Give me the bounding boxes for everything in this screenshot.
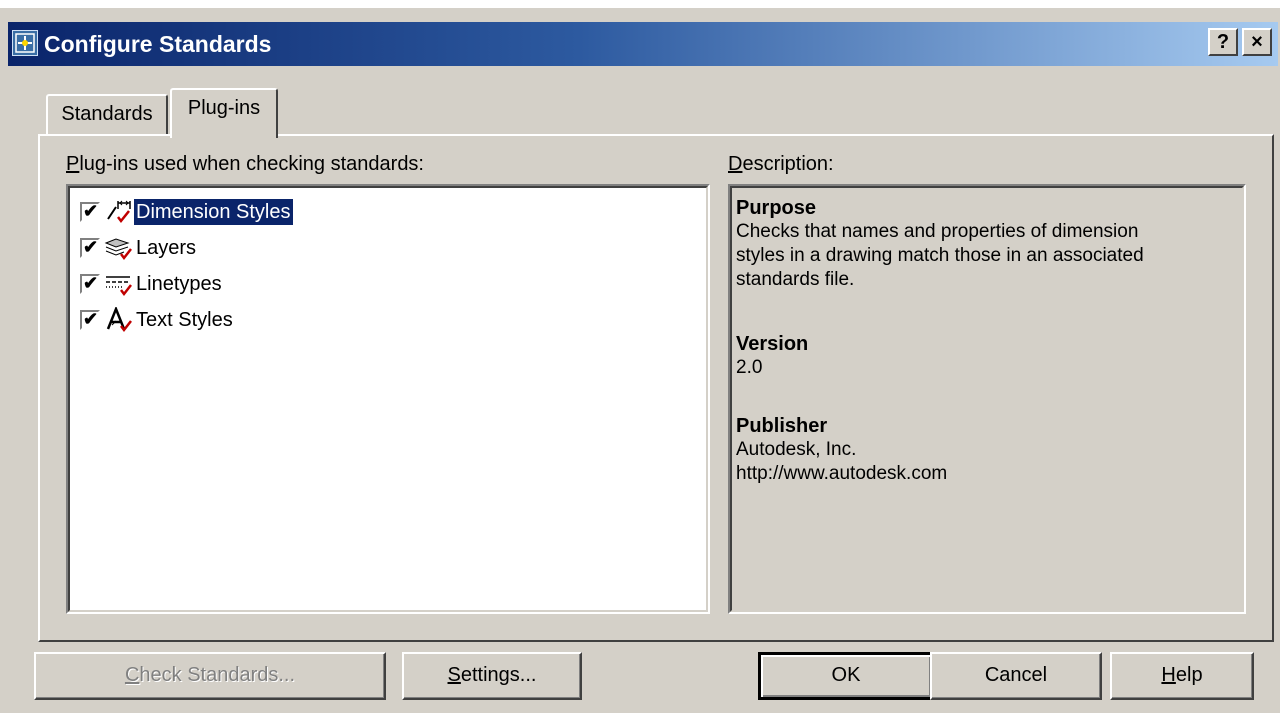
window-title: Configure Standards [44,31,272,57]
plugins-listbox[interactable]: ✔ Dimension Styles ✔ Layers ✔ Linetypes … [66,184,710,614]
item-label: Layers [136,237,197,259]
version-heading: Version [736,333,809,355]
purpose-line: styles in a drawing match those in an as… [736,245,1144,266]
item-label: Dimension Styles [133,198,294,226]
ok-button[interactable]: OK [758,652,934,700]
settings-button[interactable]: Settings... [402,652,582,700]
publisher-line: Autodesk, Inc. [736,439,857,460]
list-item-text-styles[interactable]: ✔ Text Styles [80,304,235,336]
tab-plug-ins[interactable]: Plug-ins [170,88,278,138]
layers-icon [104,235,132,261]
help-title-button[interactable]: ? [1208,28,1238,56]
list-item-dimension-styles[interactable]: ✔ Dimension Styles [80,196,294,228]
checkbox-layers[interactable]: ✔ [80,237,100,258]
text-styles-icon [104,307,132,333]
checkbox-linetypes[interactable]: ✔ [80,273,100,294]
standards-app-icon [12,30,38,56]
check-standards-button[interactable]: Check Standards... [34,652,386,700]
item-label: Linetypes [136,273,222,295]
checkbox-dimension-styles[interactable]: ✔ [80,201,100,222]
plugins-list-label: Plug-ins used when checking standards: [66,153,424,175]
description-label: Description: [728,153,834,175]
version-value: 2.0 [736,357,763,378]
configure-standards-dialog: Configure Standards ? × Standards Plug-i… [0,0,1280,713]
publisher-line: http://www.autodesk.com [736,463,948,484]
tab-standards[interactable]: Standards [46,94,168,134]
cancel-button[interactable]: Cancel [930,652,1102,700]
description-box: Purpose Checks that names and properties… [728,184,1246,614]
purpose-line: Checks that names and properties of dime… [736,221,1139,242]
close-button[interactable]: × [1242,28,1272,56]
purpose-heading: Purpose [736,197,817,219]
publisher-heading: Publisher [736,415,828,437]
dimension-styles-icon [104,199,132,225]
linetypes-icon [104,271,132,297]
list-item-linetypes[interactable]: ✔ Linetypes [80,268,224,300]
title-bar[interactable]: Configure Standards ? × [8,22,1278,66]
checkbox-text-styles[interactable]: ✔ [80,309,100,330]
purpose-line: standards file. [736,269,855,290]
help-button[interactable]: Help [1110,652,1254,700]
list-item-layers[interactable]: ✔ Layers [80,232,198,264]
item-label: Text Styles [136,309,233,331]
